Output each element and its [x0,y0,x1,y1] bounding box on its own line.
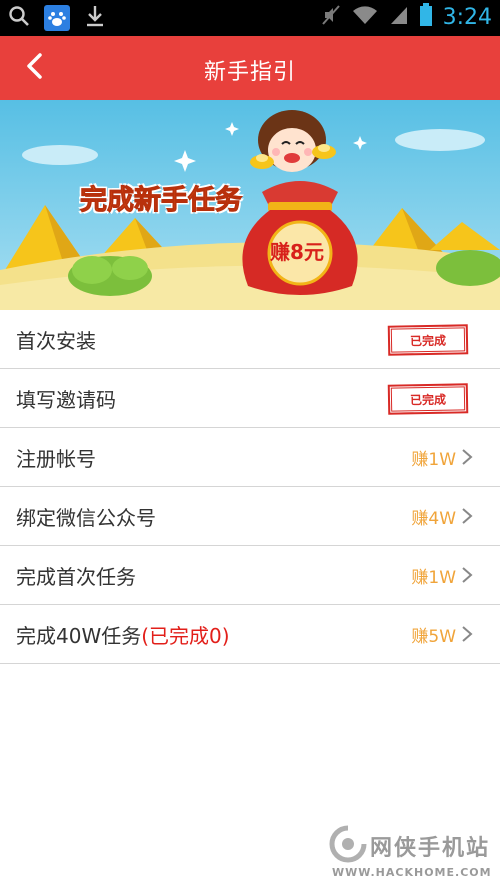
signal-icon [389,4,409,30]
watermark-logo-icon [328,824,368,868]
task-row-wechat[interactable]: 绑定微信公众号 赚4W [0,487,500,546]
completed-stamp: 已完成 [387,383,469,415]
battery-icon [419,3,433,31]
task-row-invite-code[interactable]: 填写邀请码 已完成 [0,369,500,428]
task-row-first-task[interactable]: 完成首次任务 赚1W [0,546,500,605]
reward-text: 赚4W [411,509,456,529]
reward-text: 赚1W [411,568,456,588]
task-list: 首次安装 已完成 填写邀请码 已完成 注册帐号 赚1W 绑定微信公众号 赚4W … [0,310,500,664]
task-label: 填写邀请码 [16,388,116,412]
task-label: 首次安装 [16,329,96,353]
page-title: 新手指引 [203,60,296,85]
banner-illustration [0,100,500,310]
task-label: 注册帐号 [16,447,96,471]
task-row-40w-task[interactable]: 完成40W任务(已完成0) 赚5W [0,605,500,664]
chevron-right-icon [460,507,474,525]
task-row-install[interactable]: 首次安装 已完成 [0,310,500,369]
mute-icon [321,4,341,30]
task-label-text: 完成40W任务 [16,624,142,648]
watermark-title: 网侠手机站 [370,836,491,861]
search-icon [8,5,30,31]
status-time: 3:24 [442,4,492,30]
reward-text: 赚1W [411,450,456,470]
title-bar: 新手指引 [0,36,500,100]
banner-slogan: 完成新手任务 [80,185,243,217]
task-label: 绑定微信公众号 [16,506,156,530]
reward-text: 赚5W [411,627,456,647]
task-label: 完成首次任务 [16,565,136,589]
chevron-right-icon [460,625,474,643]
watermark-url: WWW.HACKHOME.COM [332,866,492,879]
chevron-right-icon [460,566,474,584]
watermark: 网侠手机站 WWW.HACKHOME.COM [326,822,496,884]
task-progress-highlight: (已完成0) [141,624,230,648]
promo-banner: 完成新手任务 [0,100,500,310]
task-row-register[interactable]: 注册帐号 赚1W [0,428,500,487]
bag-reward-label: 赚8元 [270,240,324,264]
chevron-right-icon [460,448,474,466]
download-icon [84,4,106,32]
wifi-icon [351,4,379,30]
baidu-icon [44,5,70,31]
task-label: 完成40W任务(已完成0) [16,620,230,649]
completed-stamp: 已完成 [387,324,469,356]
status-bar: 3:24 [0,0,500,36]
